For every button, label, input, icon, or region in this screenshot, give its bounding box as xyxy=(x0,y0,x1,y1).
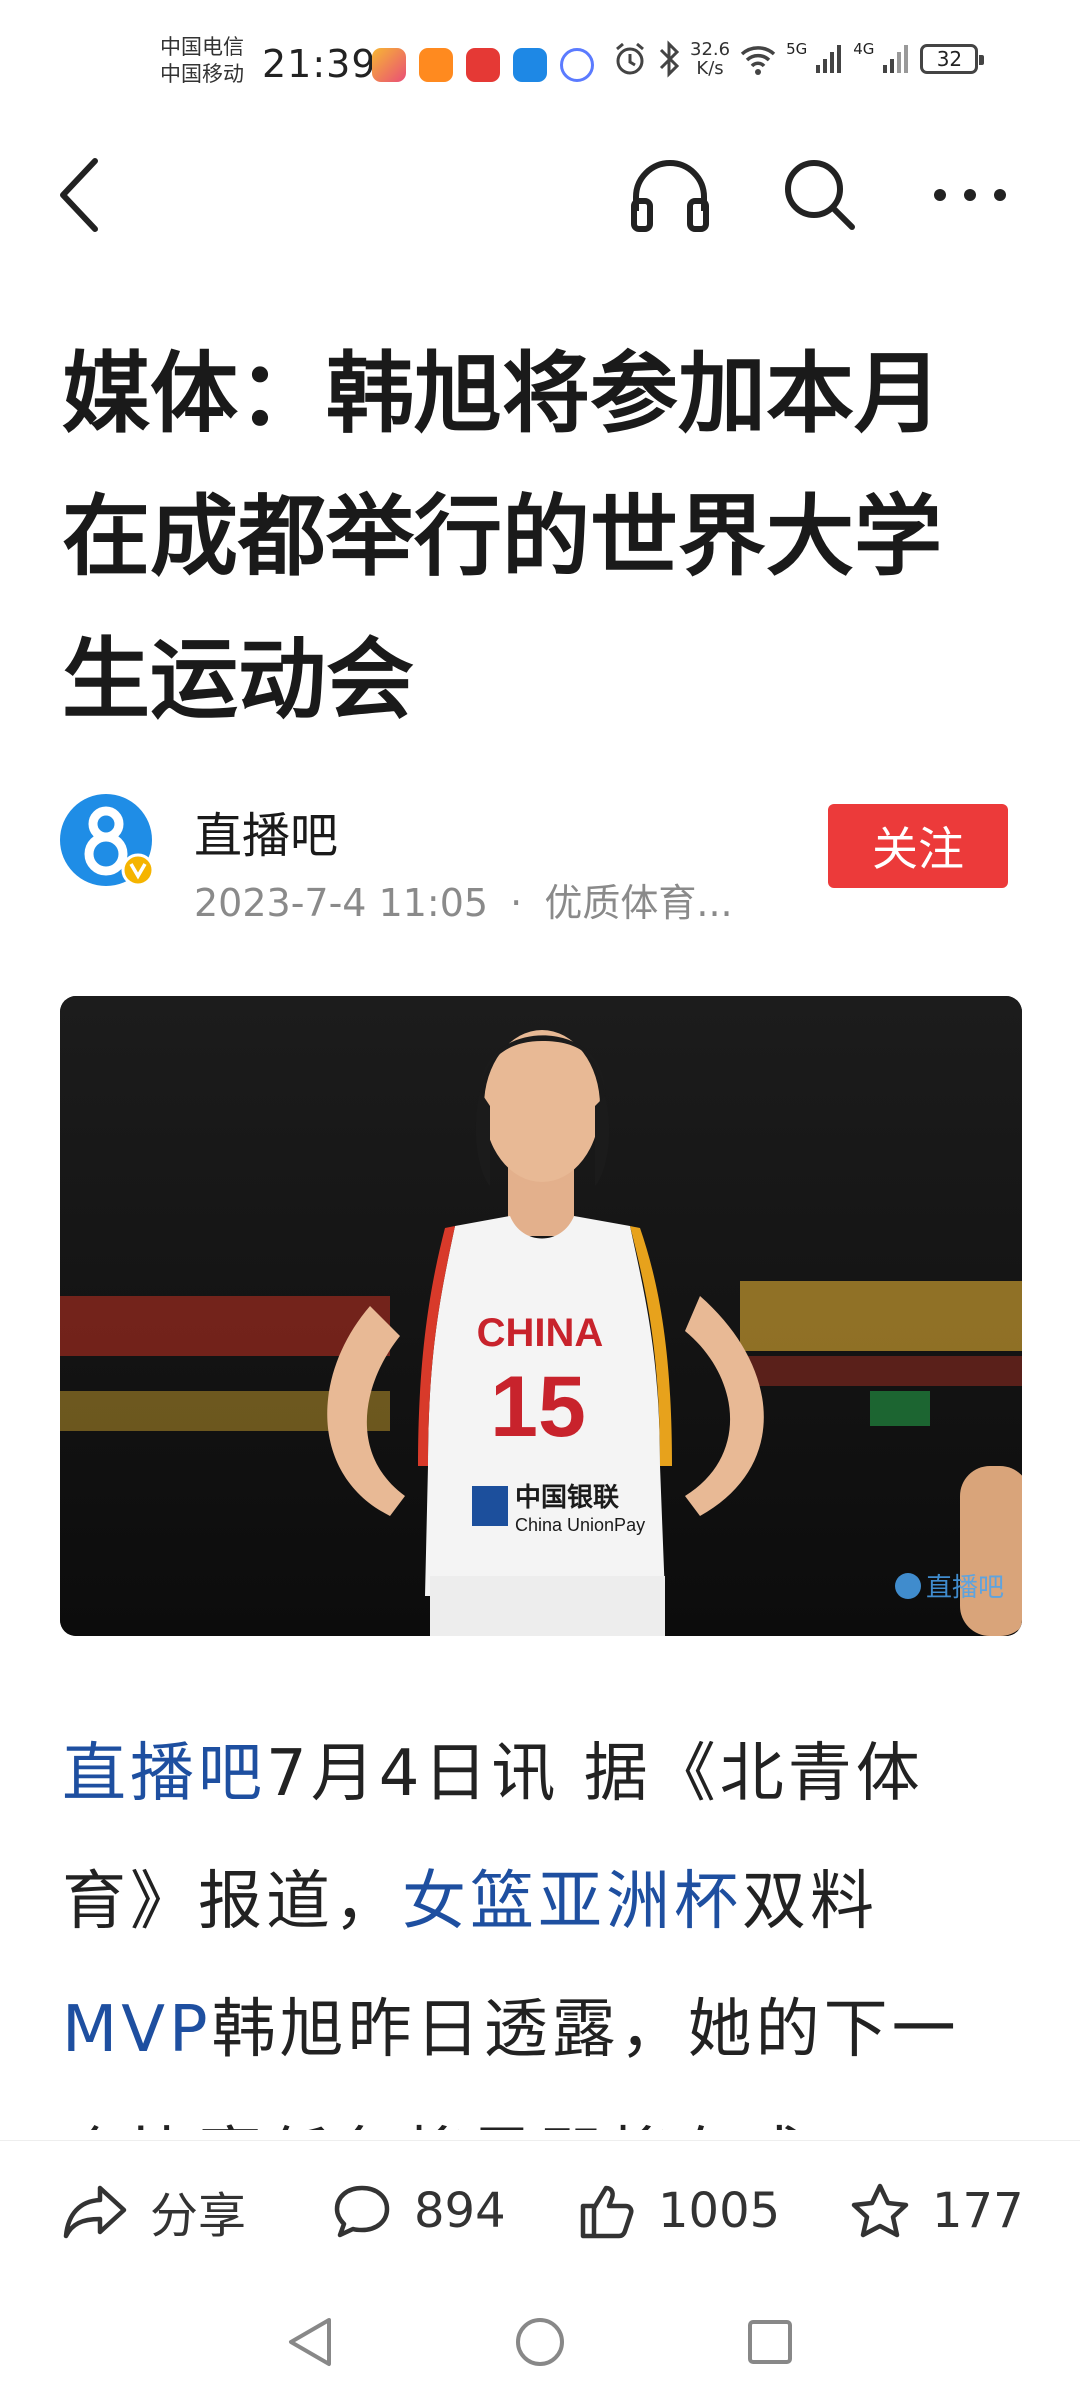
clock: 21:39 xyxy=(262,42,377,86)
huawei-app-icon xyxy=(466,48,500,82)
link-mvp[interactable]: MVP xyxy=(62,1993,212,2067)
like-button[interactable]: 1005 xyxy=(578,2141,780,2281)
back-arrow-icon xyxy=(60,158,98,232)
more-button[interactable] xyxy=(920,140,1020,250)
image-watermark: 直播吧 xyxy=(926,1572,1004,1602)
sponsor-en-text: China UnionPay xyxy=(515,1515,645,1535)
share-button[interactable]: 分享 xyxy=(62,2141,246,2281)
link-womens-asia-cup[interactable]: 女篮亚洲杯 xyxy=(402,1865,742,1939)
bluetooth-icon xyxy=(659,40,680,78)
listen-button[interactable] xyxy=(620,140,720,250)
star-icon xyxy=(851,2183,909,2238)
carrier-1: 中国电信 xyxy=(160,35,244,59)
author-name[interactable]: 直播吧 xyxy=(194,796,338,866)
comment-count: 894 xyxy=(414,2183,506,2239)
nav-recents-icon xyxy=(748,2320,792,2364)
share-icon xyxy=(63,2185,127,2239)
network-speed-value: 32.6 xyxy=(690,39,731,60)
app-store-icon xyxy=(372,48,406,82)
body-text-2: 双料 xyxy=(742,1865,878,1939)
nav-home-button[interactable] xyxy=(500,2302,580,2382)
carrier-info: 中国电信 中国移动 xyxy=(160,34,244,88)
article-title: 媒体：韩旭将参加本月在成都举行的世界大学生运动会 xyxy=(62,342,943,731)
share-label: 分享 xyxy=(150,2188,247,2244)
weather-app-icon xyxy=(513,48,547,82)
video-app-icon xyxy=(419,48,453,82)
article-image[interactable]: CHINA 15 中国银联 China UnionPay 直播吧 xyxy=(60,996,1022,1636)
back-button[interactable] xyxy=(40,140,120,250)
comment-button[interactable]: 894 xyxy=(332,2141,506,2281)
signal-5g-label: 5G xyxy=(786,40,808,58)
nav-back-button[interactable] xyxy=(270,2302,350,2382)
action-bar: 分享 894 1005 177 xyxy=(0,2140,1080,2280)
notification-icons xyxy=(372,48,594,82)
system-navigation-bar xyxy=(0,2282,1080,2400)
status-bar: 中国电信 中国移动 21:39 32.6 K/s 5G 4G 32 xyxy=(0,0,1080,130)
signal-icon xyxy=(816,45,842,73)
network-speed-unit: K/s xyxy=(696,58,724,79)
author-category: 优质体育... xyxy=(544,881,733,925)
headphones-icon xyxy=(631,160,709,232)
like-count: 1005 xyxy=(658,2183,781,2239)
nav-home-icon xyxy=(516,2318,564,2366)
publish-time: 2023-7-4 11:05 xyxy=(194,881,489,925)
basketball-player-photo: CHINA 15 中国银联 China UnionPay 直播吧 xyxy=(60,996,1022,1636)
jersey-number-text: 15 xyxy=(490,1359,586,1455)
follow-button[interactable]: 关注 xyxy=(828,804,1008,888)
nav-recents-button[interactable] xyxy=(730,2302,810,2382)
article-body: 直播吧7月4日讯 据《北青体育》报道，女篮亚洲杯双料MVP韩旭昨日透露，她的下一… xyxy=(62,1710,1022,2130)
battery-icon: 32 xyxy=(920,44,985,74)
nav-back-icon xyxy=(289,2318,331,2366)
signal-icon-2 xyxy=(883,45,909,73)
comment-icon xyxy=(334,2185,390,2238)
jersey-team-text: CHINA xyxy=(477,1311,604,1355)
favorite-count: 177 xyxy=(932,2183,1024,2239)
author-avatar[interactable] xyxy=(58,792,155,888)
battery-level: 32 xyxy=(936,47,963,71)
search-button[interactable] xyxy=(770,140,870,250)
search-icon xyxy=(785,160,855,230)
carrier-2: 中国移动 xyxy=(160,62,244,86)
favorite-button[interactable]: 177 xyxy=(850,2141,1024,2281)
link-zhibo8[interactable]: 直播吧 xyxy=(62,1737,266,1811)
sponsor-cn-text: 中国银联 xyxy=(515,1482,619,1512)
system-icons: 32.6 K/s 5G 4G 32 xyxy=(612,40,985,78)
more-icon xyxy=(934,189,1006,201)
network-speed: 32.6 K/s xyxy=(690,40,730,78)
wifi-icon xyxy=(740,46,776,75)
top-toolbar xyxy=(0,140,1080,250)
music-app-icon xyxy=(560,48,594,82)
alarm-icon xyxy=(616,42,644,75)
thumbs-up-icon xyxy=(580,2185,634,2239)
signal-4g-label: 4G xyxy=(853,40,875,58)
zhibo8-logo-icon xyxy=(60,794,155,887)
article-meta: 2023-7-4 11:05 · 优质体育... xyxy=(194,872,733,927)
meta-separator: · xyxy=(510,881,523,925)
